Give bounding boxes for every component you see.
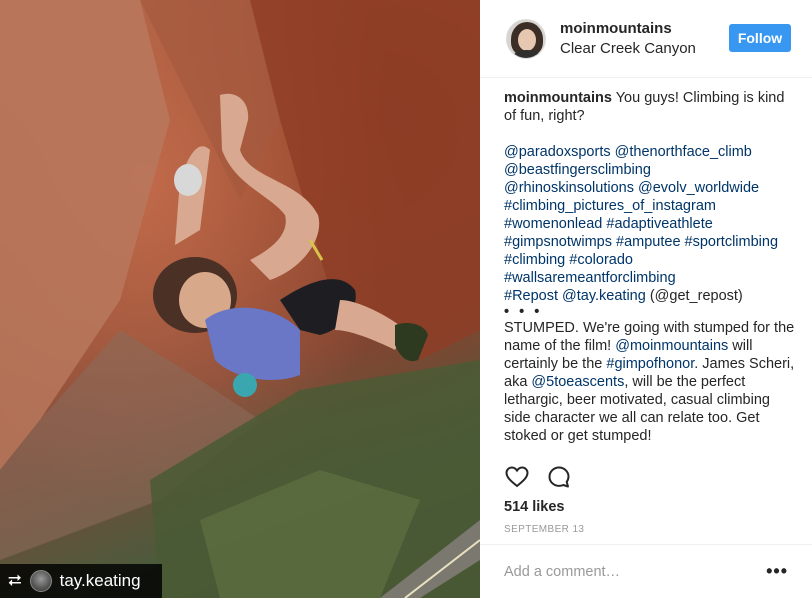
caption-tags-line[interactable]: @paradoxsports @thenorthface_climb — [504, 143, 796, 161]
post-actions — [504, 462, 572, 492]
post-details-panel: moinmountains Clear Creek Canyon Follow … — [480, 0, 812, 598]
hashtag-link[interactable]: #gimpofhonor — [606, 356, 694, 372]
caption-intro: moinmountains You guys! Climbing is kind… — [504, 89, 796, 125]
caption-tags-line[interactable]: #wallsaremeantforclimbing — [504, 269, 796, 287]
climbing-scene — [0, 0, 480, 598]
more-options-icon[interactable]: ••• — [766, 561, 788, 582]
caption-repost-source: (@get_repost) — [649, 288, 743, 304]
likes-count[interactable]: 514 likes — [504, 499, 564, 515]
comment-icon[interactable] — [546, 464, 572, 490]
avatar[interactable] — [506, 18, 546, 59]
reposter-username: tay.keating — [59, 571, 141, 590]
repost-icon: ⮂ — [8, 570, 22, 591]
repost-attribution[interactable]: ⮂ tay.keating — [0, 564, 162, 598]
post-caption: moinmountains You guys! Climbing is kind… — [504, 89, 796, 445]
caption-tags-line[interactable]: #gimpsnotwimps #amputee #sportclimbing — [504, 233, 796, 251]
caption-author[interactable]: moinmountains — [504, 90, 612, 106]
caption-tags-line[interactable]: #womenonlead #adaptiveathlete — [504, 215, 796, 233]
caption-body: STUMPED. We're going with stumped for th… — [504, 319, 796, 445]
caption-separator: • • • — [504, 304, 543, 320]
post-date: SEPTEMBER 13 — [504, 524, 585, 535]
follow-button[interactable]: Follow — [729, 24, 791, 52]
caption-repost-line: #Repost @tay.keating (@get_repost) — [504, 287, 796, 305]
post-photo[interactable]: ⮂ tay.keating — [0, 0, 480, 598]
post-location[interactable]: Clear Creek Canyon — [560, 39, 696, 58]
mention-link[interactable]: @5toeascents — [531, 374, 624, 390]
post-header: moinmountains Clear Creek Canyon Follow — [480, 0, 812, 78]
caption-repost-credit[interactable]: #Repost @tay.keating — [504, 288, 646, 304]
caption-tags-line[interactable]: #climbing_pictures_of_instagram — [504, 197, 796, 215]
comment-bar: ••• — [480, 544, 812, 598]
mention-link[interactable]: @moinmountains — [615, 338, 728, 354]
post-author-username[interactable]: moinmountains — [560, 19, 696, 38]
comment-input[interactable] — [504, 563, 767, 580]
caption-tags-line[interactable]: @beastfingersclimbing — [504, 161, 796, 179]
caption-tags-line[interactable]: @rhinoskinsolutions @evolv_worldwide — [504, 179, 796, 197]
reposter-avatar — [29, 570, 52, 592]
caption-tags-line[interactable]: #climbing #colorado — [504, 251, 796, 269]
heart-icon[interactable] — [504, 464, 530, 490]
post-author-info: moinmountains Clear Creek Canyon — [560, 19, 696, 58]
